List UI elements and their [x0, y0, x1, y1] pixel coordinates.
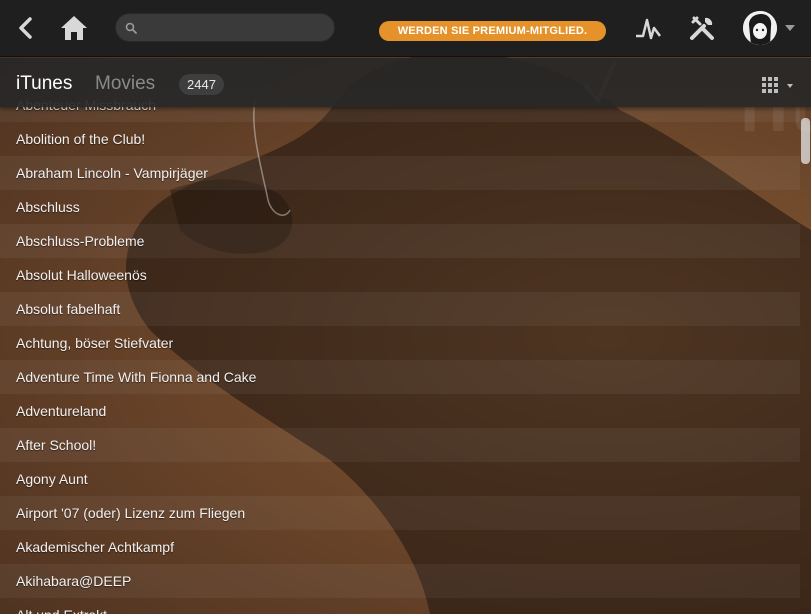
scrollbar-thumb[interactable]	[801, 118, 810, 164]
list-item[interactable]: Adventureland	[0, 394, 800, 428]
list-item[interactable]: Airport '07 (oder) Lizenz zum Fliegen	[0, 496, 800, 530]
movie-list[interactable]: Abenteuer MissbrauchAbolition of the Clu…	[0, 88, 811, 614]
search-box[interactable]	[115, 13, 335, 42]
item-count-badge: 2447	[179, 74, 224, 95]
home-button[interactable]	[58, 12, 90, 44]
avatar	[743, 11, 777, 45]
view-mode-button[interactable]	[762, 76, 796, 94]
list-item[interactable]: Achtung, böser Stiefvater	[0, 326, 800, 360]
activity-button[interactable]	[634, 14, 662, 42]
tools-icon	[690, 16, 714, 40]
premium-button[interactable]: WERDEN SIE PREMIUM-MITGLIED.	[379, 21, 606, 41]
grid-view-icon	[762, 77, 793, 93]
list-item[interactable]: After School!	[0, 428, 800, 462]
tab-movies[interactable]: Movies	[95, 73, 155, 95]
list-item[interactable]: Abschluss	[0, 190, 800, 224]
list-item[interactable]: Abraham Lincoln - Vampirjäger	[0, 156, 800, 190]
search-icon	[125, 22, 137, 34]
user-menu-button[interactable]	[743, 11, 799, 45]
tab-itunes[interactable]: iTunes	[16, 73, 72, 95]
list-item[interactable]: Absolut fabelhaft	[0, 292, 800, 326]
list-item[interactable]: Alt und Extrakt	[0, 598, 800, 614]
search-input[interactable]	[144, 18, 324, 38]
list-item[interactable]: Adventure Time With Fionna and Cake	[0, 360, 800, 394]
list-item[interactable]: Akademischer Achtkampf	[0, 530, 800, 564]
chevron-down-icon	[785, 25, 795, 31]
list-item[interactable]: Akihabara@DEEP	[0, 564, 800, 598]
list-item[interactable]: Abolition of the Club!	[0, 122, 800, 156]
back-arrow-icon	[19, 17, 32, 39]
avatar-image	[743, 11, 777, 45]
list-item[interactable]: Abschluss-Probleme	[0, 224, 800, 258]
settings-button[interactable]	[688, 14, 716, 42]
back-button[interactable]	[12, 14, 40, 42]
library-header: iTunes Movies 2447	[0, 58, 811, 107]
top-navbar: WERDEN SIE PREMIUM-MITGLIED.	[0, 0, 811, 57]
home-icon	[61, 16, 87, 40]
activity-icon	[636, 18, 661, 40]
list-item[interactable]: Agony Aunt	[0, 462, 800, 496]
list-item[interactable]: Absolut Halloweenös	[0, 258, 800, 292]
